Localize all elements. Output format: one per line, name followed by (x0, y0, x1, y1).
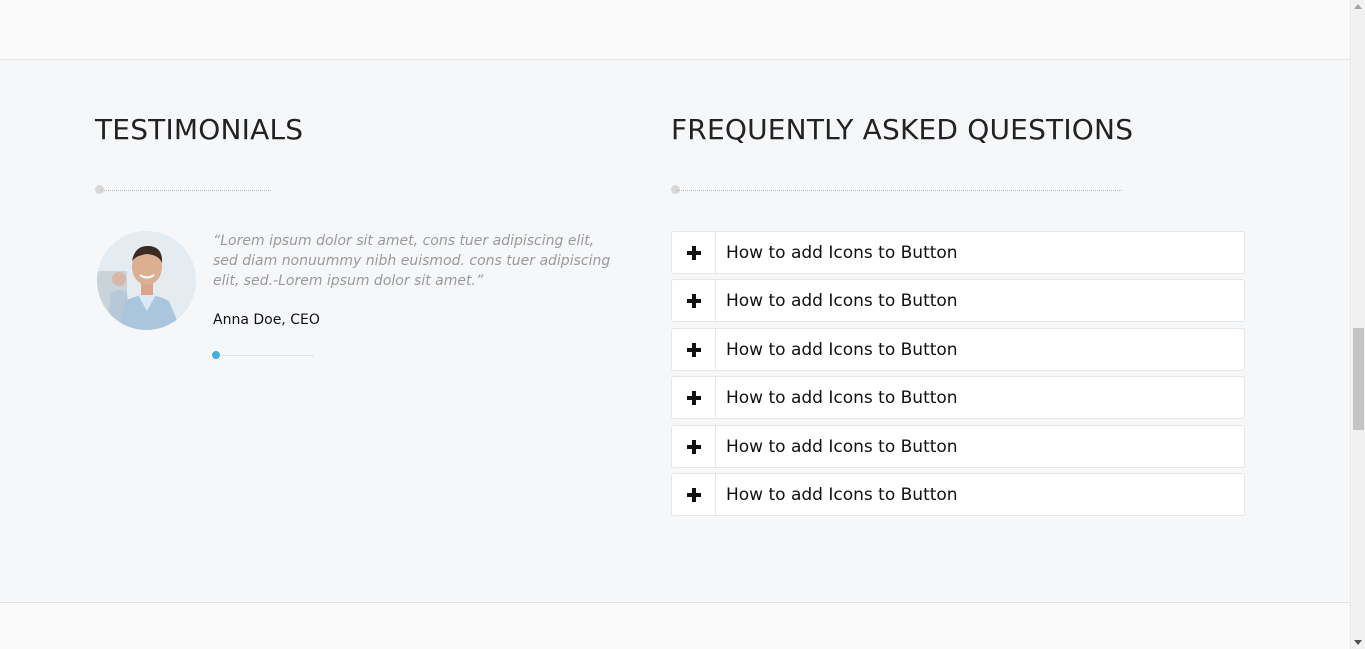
scroll-down-arrow-icon[interactable] (1354, 640, 1362, 645)
plus-icon[interactable] (672, 232, 716, 273)
avatar (97, 231, 196, 330)
testimonials-divider (95, 185, 271, 195)
plus-icon[interactable] (672, 377, 716, 418)
faq-item[interactable]: How to add Icons to Button (671, 473, 1245, 516)
faq-question[interactable]: How to add Icons to Button (716, 340, 958, 360)
testimonial-author: Anna Doe, CEO (213, 312, 320, 328)
testimonials-heading: TESTIMONIALS (95, 113, 304, 146)
divider-line (100, 190, 271, 191)
plus-icon[interactable] (672, 329, 716, 370)
plus-icon[interactable] (672, 474, 716, 515)
plus-icon[interactable] (672, 426, 716, 467)
testimonial-quote: “Lorem ipsum dolor sit amet, cons tuer a… (213, 233, 611, 289)
faq-question[interactable]: How to add Icons to Button (716, 291, 958, 311)
faq-item[interactable]: How to add Icons to Button (671, 231, 1245, 274)
faq-question[interactable]: How to add Icons to Button (716, 243, 958, 263)
slider-active-dot[interactable] (212, 351, 220, 359)
faq-item[interactable]: How to add Icons to Button (671, 425, 1245, 468)
faq-item[interactable]: How to add Icons to Button (671, 376, 1245, 419)
faq-heading: FREQUENTLY ASKED QUESTIONS (671, 113, 1134, 146)
page-scrollbar[interactable] (1350, 0, 1365, 649)
faq-divider (671, 185, 1122, 195)
faq-item[interactable]: How to add Icons to Button (671, 279, 1245, 322)
plus-icon[interactable] (672, 280, 716, 321)
faq-question[interactable]: How to add Icons to Button (716, 485, 958, 505)
faq-question[interactable]: How to add Icons to Button (716, 388, 958, 408)
faq-item[interactable]: How to add Icons to Button (671, 328, 1245, 371)
bottom-section (0, 603, 1350, 649)
top-section (0, 0, 1350, 60)
person-photo (97, 231, 196, 330)
scrollbar-thumb[interactable] (1353, 328, 1364, 430)
divider-line (676, 190, 1122, 191)
testimonial-slider[interactable] (212, 351, 314, 359)
faq-question[interactable]: How to add Icons to Button (716, 437, 958, 457)
scroll-up-arrow-icon[interactable] (1354, 4, 1362, 9)
slider-track (216, 355, 314, 356)
